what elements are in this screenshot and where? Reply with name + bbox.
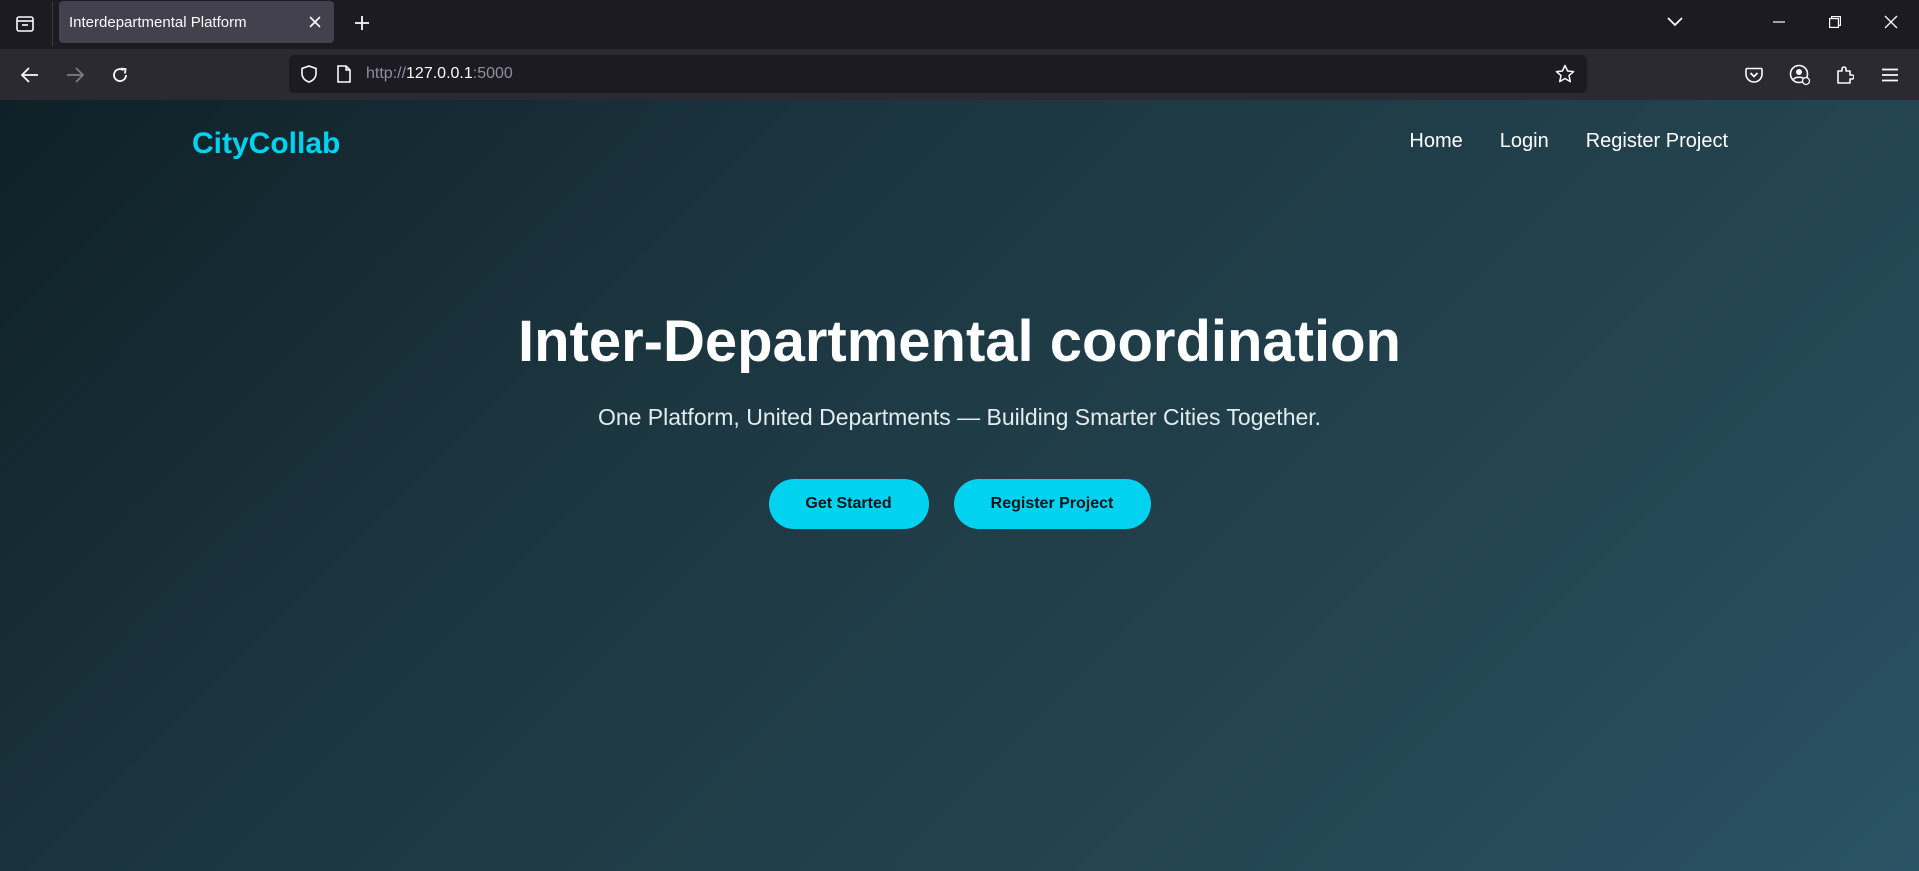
- site-nav: Home Login Register Project: [1409, 130, 1728, 153]
- restore-icon[interactable]: [1816, 0, 1854, 44]
- page-viewport: CityCollab Home Login Register Project I…: [0, 100, 1919, 871]
- cta-row: Get Started Register Project: [0, 479, 1919, 529]
- register-project-button[interactable]: Register Project: [953, 479, 1151, 529]
- pocket-icon[interactable]: [1738, 59, 1770, 91]
- shield-icon[interactable]: [297, 62, 321, 86]
- star-icon[interactable]: [1553, 62, 1577, 86]
- page-icon[interactable]: [332, 62, 356, 86]
- navigation-toolbar: http://127.0.0.1:5000: [0, 49, 1919, 100]
- browser-tab-active[interactable]: Interdepartmental Platform: [59, 1, 334, 43]
- url-port: :5000: [472, 65, 513, 82]
- puzzle-icon[interactable]: [1829, 59, 1861, 91]
- tab-list-icon[interactable]: [8, 9, 42, 39]
- plus-icon[interactable]: [347, 8, 377, 38]
- account-icon[interactable]: [1784, 59, 1816, 91]
- hamburger-icon[interactable]: [1874, 59, 1906, 91]
- chevron-down-icon[interactable]: [1658, 0, 1692, 44]
- nav-link-register-project[interactable]: Register Project: [1586, 130, 1728, 153]
- minimize-icon[interactable]: [1760, 0, 1798, 44]
- url-text[interactable]: http://127.0.0.1:5000: [366, 55, 513, 93]
- arrow-right-icon[interactable]: [59, 59, 91, 91]
- nav-link-home[interactable]: Home: [1409, 130, 1462, 153]
- tab-title: Interdepartmental Platform: [69, 13, 247, 31]
- reload-icon[interactable]: [104, 59, 136, 91]
- tab-bar: Interdepartmental Platform: [0, 0, 1919, 49]
- close-icon[interactable]: [304, 11, 326, 33]
- url-host: 127.0.0.1: [406, 65, 473, 82]
- site-logo[interactable]: CityCollab: [192, 127, 340, 161]
- nav-link-login[interactable]: Login: [1500, 130, 1549, 153]
- close-window-icon[interactable]: [1872, 0, 1910, 44]
- arrow-left-icon[interactable]: [14, 59, 46, 91]
- tab-separator: [52, 2, 53, 46]
- hero-subtitle: One Platform, United Departments — Build…: [597, 404, 1322, 430]
- url-bar[interactable]: http://127.0.0.1:5000: [289, 55, 1587, 93]
- url-scheme: http://: [366, 65, 407, 82]
- get-started-button[interactable]: Get Started: [768, 479, 929, 529]
- hero-title: Inter-Departmental coordination: [518, 309, 1401, 374]
